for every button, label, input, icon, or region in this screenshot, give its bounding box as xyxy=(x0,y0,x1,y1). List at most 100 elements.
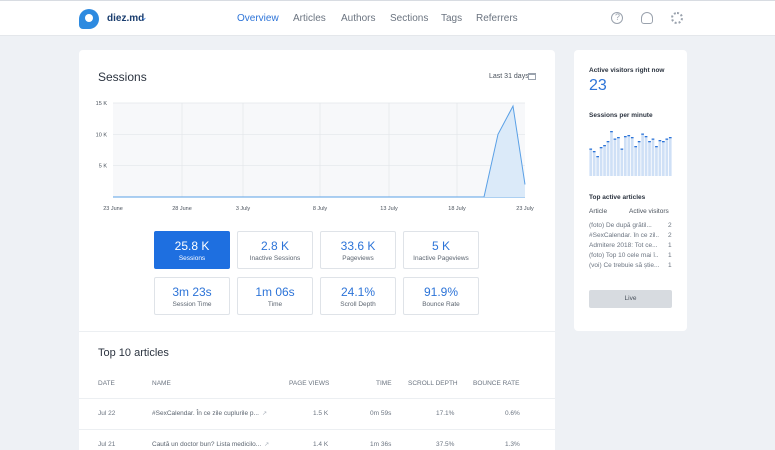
nav-overview[interactable]: Overview xyxy=(237,13,279,24)
y-tick-label: 15 K xyxy=(96,101,108,107)
col-scroll-depth[interactable]: SCROLL DEPTH xyxy=(408,380,458,387)
cell-bounce-rate: 0.6% xyxy=(505,410,520,417)
active-article-name[interactable]: (foto) De după grătil... xyxy=(589,222,659,229)
col-name[interactable]: NAME xyxy=(152,380,171,387)
stat-value: 24.1% xyxy=(340,285,376,299)
cell-time: 0m 59s xyxy=(370,410,392,417)
live-button[interactable]: Live xyxy=(589,290,672,308)
nav-sections[interactable]: Sections xyxy=(390,13,428,24)
spm-bar xyxy=(603,145,606,176)
stat-label: Scroll Depth xyxy=(340,301,376,308)
x-tick-label: 18 July xyxy=(448,206,466,212)
spm-bar-cap xyxy=(651,138,655,140)
spm-bar xyxy=(662,141,665,176)
spm-bar-cap xyxy=(644,136,648,138)
spm-bar xyxy=(658,140,662,176)
col-page-views[interactable]: PAGE VIEWS xyxy=(289,380,329,387)
nav-articles[interactable]: Articles xyxy=(293,13,326,24)
spm-bar-cap xyxy=(665,138,669,140)
active-visitors-count: 23 xyxy=(589,77,607,94)
spm-bar xyxy=(610,131,613,176)
spm-bar xyxy=(634,146,638,176)
spm-bar-cap xyxy=(596,156,599,158)
nav-tags[interactable]: Tags xyxy=(441,13,462,24)
col-time[interactable]: TIME xyxy=(376,380,392,387)
spm-bar-cap xyxy=(606,141,610,143)
user-icon[interactable] xyxy=(641,12,653,24)
stat-label: Time xyxy=(267,301,283,308)
main-card: Sessions Last 31 days 15 K 10 K5 K 23 June… xyxy=(79,50,555,450)
help-icon[interactable] xyxy=(611,12,623,24)
spm-bar xyxy=(655,146,658,176)
active-article-name[interactable]: (foto) Top 10 cele mai î... xyxy=(589,252,659,259)
stat-label: Bounce Rate xyxy=(422,301,460,308)
col-bounce-rate[interactable]: BOUNCE RATE xyxy=(473,380,519,387)
col-date[interactable]: DATE xyxy=(98,380,115,387)
stat-value: 2.8 K xyxy=(260,239,290,253)
cell-date: Jul 21 xyxy=(98,441,116,448)
stat-value: 3m 23s xyxy=(172,285,212,299)
spm-bar-cap xyxy=(610,131,613,133)
article-link[interactable]: Caută un doctor bun? Lista medicilo... xyxy=(152,441,261,448)
stat-sessions[interactable]: 25.8 K Sessions xyxy=(154,231,230,269)
stat-inactive-sessions[interactable]: 2.8 K Inactive Sessions xyxy=(237,231,313,269)
x-tick-label: 23 July xyxy=(516,206,534,212)
row-divider xyxy=(79,398,555,399)
spm-bar xyxy=(606,141,610,176)
spm-bar xyxy=(627,135,631,176)
plot-area xyxy=(113,103,525,197)
gear-icon[interactable] xyxy=(671,12,683,24)
spm-bar xyxy=(589,148,593,176)
active-article-name[interactable]: #SexCalendar. În ce zil... xyxy=(589,232,659,239)
spm-bar xyxy=(651,138,655,176)
spm-bar-cap xyxy=(662,141,665,143)
sessions-per-minute-chart xyxy=(589,131,672,176)
spm-bar xyxy=(668,137,672,176)
stat-bounce-rate[interactable]: 91.9% Bounce Rate xyxy=(403,277,479,315)
spm-bar xyxy=(630,137,634,176)
stat-label: Pageviews xyxy=(342,255,374,262)
external-link-icon[interactable]: ↗ xyxy=(264,442,269,448)
site-selector[interactable]: diez.md xyxy=(107,13,144,24)
spm-bar xyxy=(617,137,620,176)
active-article-count: 2 xyxy=(668,232,672,239)
cell-name[interactable]: #SexCalendar. În ce zile cuplurile p... ↗ xyxy=(152,410,267,417)
x-tick-label: 13 July xyxy=(380,206,398,212)
spm-bar-cap xyxy=(623,136,627,138)
cell-name[interactable]: Caută un doctor bun? Lista medicilo... ↗ xyxy=(152,441,269,448)
spm-bar xyxy=(644,136,648,176)
stat-value: 91.9% xyxy=(423,285,459,299)
spm-bar-cap xyxy=(592,151,596,153)
stat-pageviews[interactable]: 33.6 K Pageviews xyxy=(320,231,396,269)
active-article-count: 2 xyxy=(668,222,672,229)
cell-scroll-depth: 17.1% xyxy=(436,410,455,417)
x-tick-label: 23 June xyxy=(103,206,123,212)
stat-scroll-depth[interactable]: 24.1% Scroll Depth xyxy=(320,277,396,315)
spm-bar xyxy=(648,141,651,176)
cell-scroll-depth: 37.5% xyxy=(436,441,455,448)
spm-bar xyxy=(613,138,617,176)
col-active-visitors: Active visitors xyxy=(629,208,669,215)
x-tick-label: 8 July xyxy=(313,206,328,212)
spm-bar-cap xyxy=(634,146,638,148)
active-article-name[interactable]: (voi) Ce trebuie să știe... xyxy=(589,262,659,269)
stat-session-time[interactable]: 3m 23s Session Time xyxy=(154,277,230,315)
nav-referrers[interactable]: Referrers xyxy=(476,13,518,24)
stat-value: 5 K xyxy=(431,239,450,253)
active-article-name[interactable]: Admitere 2018: Tot ce... xyxy=(589,242,659,249)
spm-bar-cap xyxy=(658,140,662,142)
y-tick-label: 5 K xyxy=(99,164,108,170)
col-article: Article xyxy=(589,208,608,215)
external-link-icon[interactable]: ↗ xyxy=(262,411,267,417)
stat-time[interactable]: 1m 06s Time xyxy=(237,277,313,315)
spm-bar xyxy=(665,138,669,176)
chevron-down-icon[interactable]: ⌄ xyxy=(140,12,148,23)
spm-bar xyxy=(620,148,624,176)
nav-authors[interactable]: Authors xyxy=(341,13,375,24)
active-article-count: 1 xyxy=(668,242,672,249)
divider xyxy=(79,331,555,332)
stat-inactive-pageviews[interactable]: 5 K Inactive Pageviews xyxy=(403,231,479,269)
article-link[interactable]: #SexCalendar. În ce zile cuplurile p... xyxy=(152,410,259,417)
cell-page-views: 1.5 K xyxy=(313,410,329,417)
logo-icon[interactable] xyxy=(79,9,99,29)
